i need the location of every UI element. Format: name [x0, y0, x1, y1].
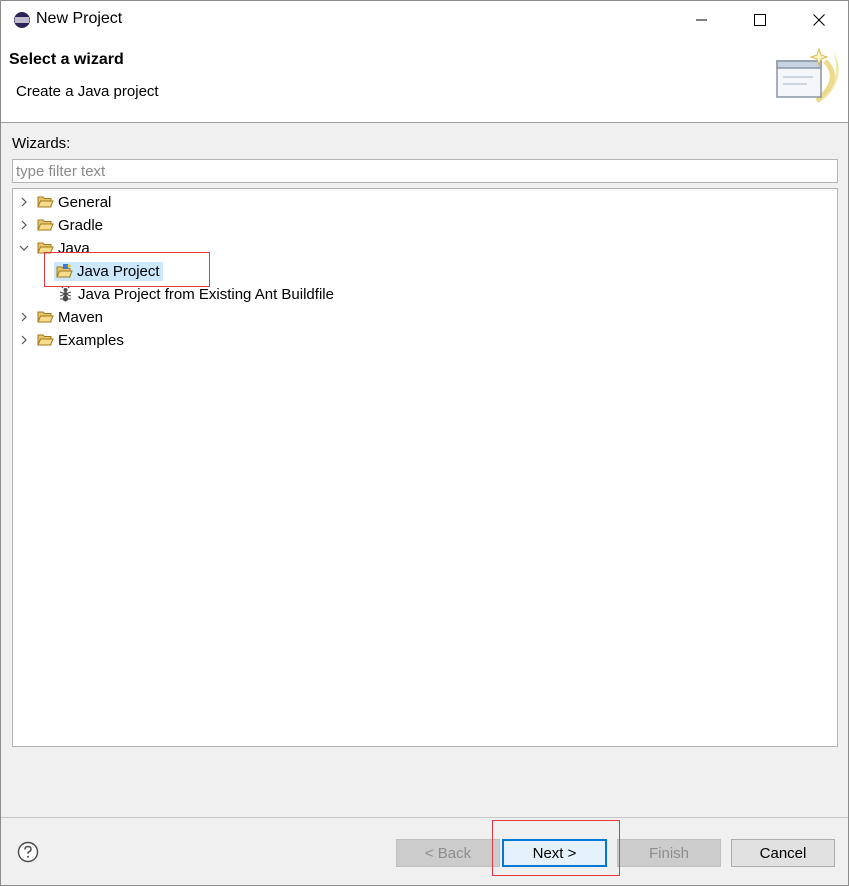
footer-separator [1, 817, 848, 818]
minimize-button[interactable] [673, 1, 731, 39]
chevron-right-icon[interactable] [18, 334, 30, 346]
tree-item-label: Maven [58, 308, 104, 326]
tree-item-label: General [58, 193, 112, 211]
eclipse-app-icon [14, 12, 30, 28]
back-button[interactable]: < Back [396, 839, 500, 867]
finish-button[interactable]: Finish [617, 839, 721, 867]
tree-item-label: Java Project from Existing Ant Buildfile [78, 285, 334, 303]
java-project-icon [56, 263, 73, 278]
tree-item-label: Gradle [58, 216, 104, 234]
banner-description: Create a Java project [16, 83, 159, 100]
tree-item-java-project-from-ant[interactable]: Java Project from Existing Ant Buildfile [57, 283, 334, 305]
window-title: New Project [36, 10, 123, 27]
next-button[interactable]: Next > [502, 839, 607, 867]
minimize-icon [696, 19, 707, 21]
wizards-label: Wizards: [12, 135, 71, 152]
chevron-right-icon[interactable] [18, 219, 30, 231]
selection-highlight: Java Project [54, 261, 163, 281]
tree-item-label: Java [58, 239, 90, 257]
close-icon [813, 14, 825, 26]
cancel-button[interactable]: Cancel [731, 839, 835, 867]
folder-icon [37, 196, 54, 208]
filter-input[interactable] [12, 159, 838, 183]
close-button[interactable] [790, 1, 848, 39]
chevron-right-icon[interactable] [18, 196, 30, 208]
help-icon[interactable] [17, 841, 39, 863]
chevron-right-icon[interactable] [18, 311, 30, 323]
folder-icon [37, 311, 54, 323]
tree-item-label: Java Project [77, 262, 160, 280]
ant-icon [59, 286, 72, 302]
wizard-banner-icon [776, 47, 839, 103]
tree-item-label: Examples [58, 331, 124, 349]
title-bar[interactable]: New Project [1, 1, 848, 39]
tree-item-java-project[interactable]: Java Project [54, 260, 163, 282]
folder-icon [37, 242, 54, 254]
new-project-dialog: New Project Select a wizard Create a Jav… [0, 0, 849, 886]
folder-icon [37, 219, 54, 231]
maximize-icon [754, 14, 766, 26]
chevron-down-icon[interactable] [18, 242, 30, 254]
banner-title: Select a wizard [9, 51, 124, 68]
maximize-button[interactable] [731, 1, 789, 39]
folder-icon [37, 334, 54, 346]
wizard-banner: Select a wizard Create a Java project [1, 39, 848, 123]
wizard-tree[interactable]: General Gradle Java Java Project Java Pr… [12, 188, 838, 747]
